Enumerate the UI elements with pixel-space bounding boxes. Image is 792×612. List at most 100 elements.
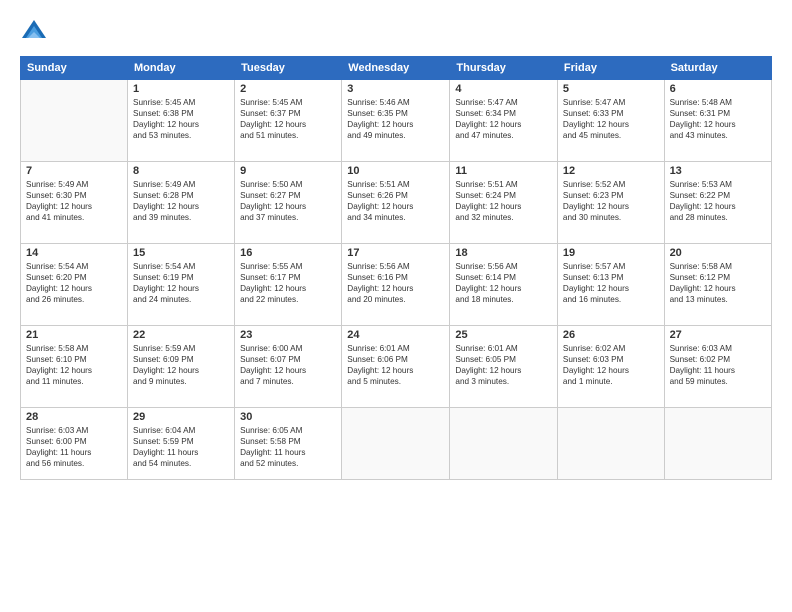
day-info: Sunrise: 5:52 AM Sunset: 6:23 PM Dayligh…: [563, 179, 659, 223]
day-number: 28: [26, 411, 122, 423]
day-number: 10: [347, 165, 444, 177]
calendar-cell: 9 Sunrise: 5:50 AM Sunset: 6:27 PM Daylig…: [235, 162, 342, 244]
logo-icon: [20, 18, 48, 46]
day-number: 29: [133, 411, 229, 423]
day-info: Sunrise: 5:48 AM Sunset: 6:31 PM Dayligh…: [670, 97, 766, 141]
week-row-5: 28 Sunrise: 6:03 AM Sunset: 6:00 PM Dayli…: [21, 408, 772, 480]
calendar-cell: 5Sunrise: 5:47 AM Sunset: 6:33 PM Daylig…: [557, 80, 664, 162]
day-number: 2: [240, 83, 336, 95]
day-number: 13: [670, 165, 766, 177]
day-info: Sunrise: 6:00 AM Sunset: 6:07 PM Dayligh…: [240, 343, 336, 387]
day-number: 23: [240, 329, 336, 341]
day-number: 27: [670, 329, 766, 341]
calendar-cell: 25 Sunrise: 6:01 AM Sunset: 6:05 PM Dayli…: [450, 326, 558, 408]
day-number: 15: [133, 247, 229, 259]
day-info: Sunrise: 5:58 AM Sunset: 6:12 PM Dayligh…: [670, 261, 766, 305]
day-number: 6: [670, 83, 766, 95]
calendar-cell: 10 Sunrise: 5:51 AM Sunset: 6:26 PM Dayli…: [342, 162, 450, 244]
day-info: Sunrise: 5:58 AM Sunset: 6:10 PM Dayligh…: [26, 343, 122, 387]
day-number: 17: [347, 247, 444, 259]
calendar-cell: 8 Sunrise: 5:49 AM Sunset: 6:28 PM Daylig…: [128, 162, 235, 244]
calendar-cell: 11 Sunrise: 5:51 AM Sunset: 6:24 PM Dayli…: [450, 162, 558, 244]
weekday-header-wednesday: Wednesday: [342, 57, 450, 80]
calendar-cell: 16 Sunrise: 5:55 AM Sunset: 6:17 PM Dayli…: [235, 244, 342, 326]
page: SundayMondayTuesdayWednesdayThursdayFrid…: [0, 0, 792, 612]
day-info: Sunrise: 5:47 AM Sunset: 6:34 PM Dayligh…: [455, 97, 552, 141]
calendar-cell: 30 Sunrise: 6:05 AM Sunset: 5:58 PM Dayli…: [235, 408, 342, 480]
day-number: 12: [563, 165, 659, 177]
day-info: Sunrise: 5:45 AM Sunset: 6:37 PM Dayligh…: [240, 97, 336, 141]
weekday-header-thursday: Thursday: [450, 57, 558, 80]
day-number: 8: [133, 165, 229, 177]
day-info: Sunrise: 6:04 AM Sunset: 5:59 PM Dayligh…: [133, 425, 229, 469]
day-info: Sunrise: 5:50 AM Sunset: 6:27 PM Dayligh…: [240, 179, 336, 223]
day-number: 20: [670, 247, 766, 259]
calendar-cell: 26 Sunrise: 6:02 AM Sunset: 6:03 PM Dayli…: [557, 326, 664, 408]
calendar-cell: 4 Sunrise: 5:47 AM Sunset: 6:34 PM Daylig…: [450, 80, 558, 162]
day-info: Sunrise: 5:53 AM Sunset: 6:22 PM Dayligh…: [670, 179, 766, 223]
day-info: Sunrise: 6:03 AM Sunset: 6:00 PM Dayligh…: [26, 425, 122, 469]
weekday-header-tuesday: Tuesday: [235, 57, 342, 80]
day-number: 1: [133, 83, 229, 95]
calendar-cell: 22 Sunrise: 5:59 AM Sunset: 6:09 PM Dayli…: [128, 326, 235, 408]
day-number: 22: [133, 329, 229, 341]
day-number: 26: [563, 329, 659, 341]
day-info: Sunrise: 5:55 AM Sunset: 6:17 PM Dayligh…: [240, 261, 336, 305]
day-info: Sunrise: 6:01 AM Sunset: 6:06 PM Dayligh…: [347, 343, 444, 387]
day-number: 7: [26, 165, 122, 177]
weekday-header-saturday: Saturday: [664, 57, 771, 80]
weekday-header-row: SundayMondayTuesdayWednesdayThursdayFrid…: [21, 57, 772, 80]
day-info: Sunrise: 5:54 AM Sunset: 6:19 PM Dayligh…: [133, 261, 229, 305]
day-number: 9: [240, 165, 336, 177]
day-number: 14: [26, 247, 122, 259]
calendar-cell: 23 Sunrise: 6:00 AM Sunset: 6:07 PM Dayli…: [235, 326, 342, 408]
day-info: Sunrise: 5:51 AM Sunset: 6:24 PM Dayligh…: [455, 179, 552, 223]
calendar-cell: [557, 408, 664, 480]
weekday-header-sunday: Sunday: [21, 57, 128, 80]
day-info: Sunrise: 5:49 AM Sunset: 6:30 PM Dayligh…: [26, 179, 122, 223]
calendar-cell: 12 Sunrise: 5:52 AM Sunset: 6:23 PM Dayli…: [557, 162, 664, 244]
week-row-1: 1 Sunrise: 5:45 AM Sunset: 6:38 PM Daylig…: [21, 80, 772, 162]
day-number: 11: [455, 165, 552, 177]
day-number: 4: [455, 83, 552, 95]
calendar-cell: 17Sunrise: 5:56 AM Sunset: 6:16 PM Dayli…: [342, 244, 450, 326]
calendar-cell: 3 Sunrise: 5:46 AM Sunset: 6:35 PM Daylig…: [342, 80, 450, 162]
day-info: Sunrise: 6:03 AM Sunset: 6:02 PM Dayligh…: [670, 343, 766, 387]
calendar-cell: 21 Sunrise: 5:58 AM Sunset: 6:10 PM Dayli…: [21, 326, 128, 408]
week-row-2: 7 Sunrise: 5:49 AM Sunset: 6:30 PM Daylig…: [21, 162, 772, 244]
day-info: Sunrise: 5:56 AM Sunset: 6:14 PM Dayligh…: [455, 261, 552, 305]
day-info: Sunrise: 6:02 AM Sunset: 6:03 PM Dayligh…: [563, 343, 659, 387]
day-info: Sunrise: 5:49 AM Sunset: 6:28 PM Dayligh…: [133, 179, 229, 223]
day-number: 25: [455, 329, 552, 341]
day-number: 24: [347, 329, 444, 341]
calendar-cell: 2 Sunrise: 5:45 AM Sunset: 6:37 PM Daylig…: [235, 80, 342, 162]
calendar-cell: 13 Sunrise: 5:53 AM Sunset: 6:22 PM Dayli…: [664, 162, 771, 244]
calendar-cell: 24 Sunrise: 6:01 AM Sunset: 6:06 PM Dayli…: [342, 326, 450, 408]
calendar-cell: [21, 80, 128, 162]
day-number: 30: [240, 411, 336, 423]
logo: [20, 18, 52, 46]
calendar-cell: 18 Sunrise: 5:56 AM Sunset: 6:14 PM Dayli…: [450, 244, 558, 326]
week-row-3: 14 Sunrise: 5:54 AM Sunset: 6:20 PM Dayli…: [21, 244, 772, 326]
day-info: Sunrise: 5:46 AM Sunset: 6:35 PM Dayligh…: [347, 97, 444, 141]
calendar-table: SundayMondayTuesdayWednesdayThursdayFrid…: [20, 56, 772, 480]
day-info: Sunrise: 5:47 AM Sunset: 6:33 PM Dayligh…: [563, 97, 659, 141]
day-number: 16: [240, 247, 336, 259]
day-info: Sunrise: 6:01 AM Sunset: 6:05 PM Dayligh…: [455, 343, 552, 387]
weekday-header-monday: Monday: [128, 57, 235, 80]
day-number: 19: [563, 247, 659, 259]
header: [20, 18, 772, 46]
calendar-cell: 20 Sunrise: 5:58 AM Sunset: 6:12 PM Dayli…: [664, 244, 771, 326]
day-info: Sunrise: 6:05 AM Sunset: 5:58 PM Dayligh…: [240, 425, 336, 469]
day-number: 18: [455, 247, 552, 259]
day-info: Sunrise: 5:45 AM Sunset: 6:38 PM Dayligh…: [133, 97, 229, 141]
calendar-cell: 7 Sunrise: 5:49 AM Sunset: 6:30 PM Daylig…: [21, 162, 128, 244]
day-number: 3: [347, 83, 444, 95]
day-info: Sunrise: 5:51 AM Sunset: 6:26 PM Dayligh…: [347, 179, 444, 223]
day-info: Sunrise: 5:59 AM Sunset: 6:09 PM Dayligh…: [133, 343, 229, 387]
calendar-cell: 29 Sunrise: 6:04 AM Sunset: 5:59 PM Dayli…: [128, 408, 235, 480]
calendar-cell: 14 Sunrise: 5:54 AM Sunset: 6:20 PM Dayli…: [21, 244, 128, 326]
day-number: 21: [26, 329, 122, 341]
calendar-cell: [342, 408, 450, 480]
day-info: Sunrise: 5:54 AM Sunset: 6:20 PM Dayligh…: [26, 261, 122, 305]
